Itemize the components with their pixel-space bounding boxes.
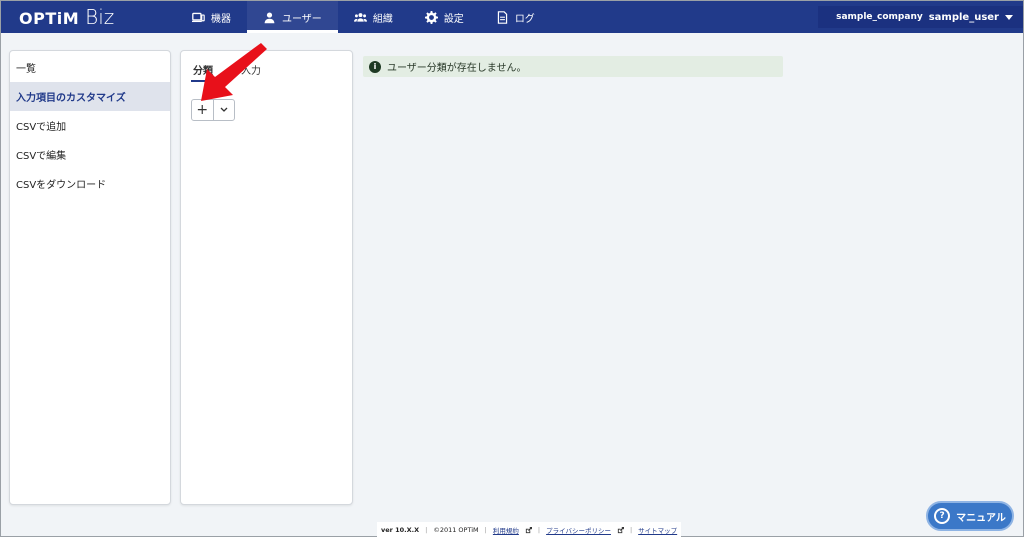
footer-separator: | bbox=[537, 526, 541, 534]
sidebar-item-csv-edit[interactable]: CSVで編集 bbox=[10, 140, 170, 169]
footer-separator: | bbox=[629, 526, 633, 534]
nav-users[interactable]: ユーザー bbox=[247, 1, 338, 33]
sitemap-link[interactable]: サイトマップ bbox=[638, 525, 677, 535]
sidebar-item-customize-fields[interactable]: 入力項目のカスタマイズ bbox=[10, 82, 170, 111]
device-icon bbox=[192, 12, 205, 22]
group-icon bbox=[353, 12, 367, 22]
user-icon bbox=[264, 11, 275, 23]
gear-icon bbox=[424, 10, 438, 24]
red-arrow-annotation bbox=[201, 43, 267, 101]
info-banner: i ユーザー分類が存在しません。 bbox=[363, 56, 783, 77]
logo-biz-text: Biz bbox=[85, 5, 115, 29]
user-name: sample_user bbox=[928, 11, 999, 23]
nav-users-label: ユーザー bbox=[282, 13, 322, 25]
footer-separator: | bbox=[425, 526, 428, 534]
company-name: sample_company bbox=[836, 12, 923, 22]
sidebar-item-list[interactable]: 一覧 bbox=[10, 53, 170, 82]
main-nav: 機器 ユーザー 組織 設定 ログ bbox=[176, 1, 551, 33]
optim-biz-logo[interactable]: OPTiM Biz bbox=[19, 5, 114, 29]
terms-link[interactable]: 利用規約 bbox=[493, 525, 519, 535]
nav-logs[interactable]: ログ bbox=[480, 1, 551, 33]
manual-button[interactable]: ? マニュアル bbox=[926, 501, 1014, 531]
external-link-icon bbox=[525, 526, 532, 533]
sidebar-panel: 一覧 入力項目のカスタマイズ CSVで追加 CSVで編集 CSVをダウンロード bbox=[9, 50, 171, 505]
account-menu[interactable]: sample_company sample_user bbox=[818, 6, 1023, 28]
category-panel: 分類 入力 + bbox=[180, 50, 353, 505]
privacy-policy-link[interactable]: プライバシーポリシー bbox=[546, 525, 611, 535]
sidebar-item-csv-add[interactable]: CSVで追加 bbox=[10, 111, 170, 140]
external-link-icon bbox=[617, 526, 624, 533]
question-mark-icon: ? bbox=[934, 508, 951, 524]
copyright-text: ©2011 OPTiM bbox=[433, 526, 479, 534]
logo-optim-text: OPTiM bbox=[19, 9, 80, 28]
info-icon: i bbox=[369, 60, 381, 73]
version-text: ver 10.X.X bbox=[381, 526, 420, 534]
document-icon bbox=[497, 10, 507, 24]
info-message: ユーザー分類が存在しません。 bbox=[387, 63, 527, 74]
chevron-down-icon bbox=[220, 107, 228, 112]
top-navigation-bar: OPTiM Biz 機器 ユーザー 組織 設定 ログ sample_compan… bbox=[1, 1, 1023, 33]
nav-organization-label: 組織 bbox=[372, 13, 393, 25]
nav-devices[interactable]: 機器 bbox=[176, 1, 247, 33]
footer: ver 10.X.X | ©2011 OPTiM | 利用規約 | プライバシー… bbox=[377, 522, 682, 537]
nav-devices-label: 機器 bbox=[211, 13, 231, 25]
footer-separator: | bbox=[484, 526, 487, 534]
nav-organization[interactable]: 組織 bbox=[338, 1, 409, 33]
nav-logs-label: ログ bbox=[514, 13, 535, 25]
caret-down-icon bbox=[1005, 14, 1013, 20]
nav-settings-label: 設定 bbox=[443, 13, 464, 25]
sidebar-item-csv-download[interactable]: CSVをダウンロード bbox=[10, 169, 170, 198]
manual-button-label: マニュアル bbox=[956, 512, 1006, 524]
nav-settings[interactable]: 設定 bbox=[409, 1, 480, 33]
